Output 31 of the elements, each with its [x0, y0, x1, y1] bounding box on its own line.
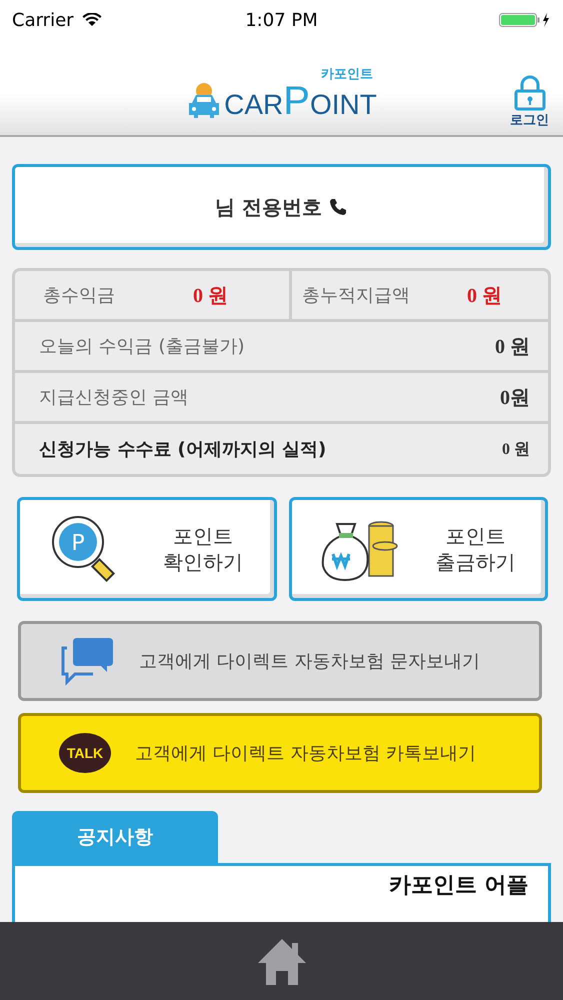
stat-value: 0원	[500, 386, 530, 410]
talk-badge: TALK	[59, 733, 111, 773]
stat-value: 0 원	[193, 284, 228, 308]
lock-icon	[512, 75, 546, 111]
wifi-icon	[82, 13, 102, 27]
notice-text: 카포인트 어플	[389, 872, 529, 900]
stat-label: 지급신청중인 금액	[39, 386, 189, 409]
point-tile-button[interactable]: P 포인트 확인하기	[17, 497, 276, 601]
stat-label: 오늘의 수익금 (출금불가)	[39, 335, 244, 358]
tile-label: 포인트	[446, 523, 506, 549]
chat-bubbles-icon	[59, 636, 115, 686]
logo: 카포인트 CARPOINT	[186, 68, 377, 121]
stat-value: 0 원	[467, 284, 502, 308]
carrier-name: Carrier	[12, 10, 74, 30]
point-tile-button[interactable]: 포인트 출금하기	[288, 497, 548, 601]
clock-time: 1:07 PM	[245, 10, 318, 30]
tile-label: 출금하기	[436, 549, 516, 575]
phone-icon	[328, 197, 348, 217]
stat-label: 총누적지급액	[302, 284, 411, 307]
stat-label: 총수익금	[43, 284, 116, 307]
send-message-button[interactable]: TALK 고객에게 다이렉트 자동차보험 카톡보내기	[18, 713, 542, 793]
home-icon[interactable]	[256, 937, 308, 985]
stat-value: 0 원	[495, 334, 530, 360]
stat-label: 신청가능 수수료 (어제까지의 실적)	[39, 438, 326, 461]
stat-value: 0 원	[502, 440, 530, 460]
tile-label: 포인트	[173, 523, 234, 549]
battery-icon	[499, 12, 551, 28]
tile-label: 확인하기	[163, 549, 244, 575]
login-button[interactable]: 로그인	[510, 75, 549, 129]
send-message-button[interactable]: 고객에게 다이렉트 자동차보험 문자보내기	[18, 621, 542, 701]
phone-number-button[interactable]: 님 전용번호	[12, 164, 551, 250]
